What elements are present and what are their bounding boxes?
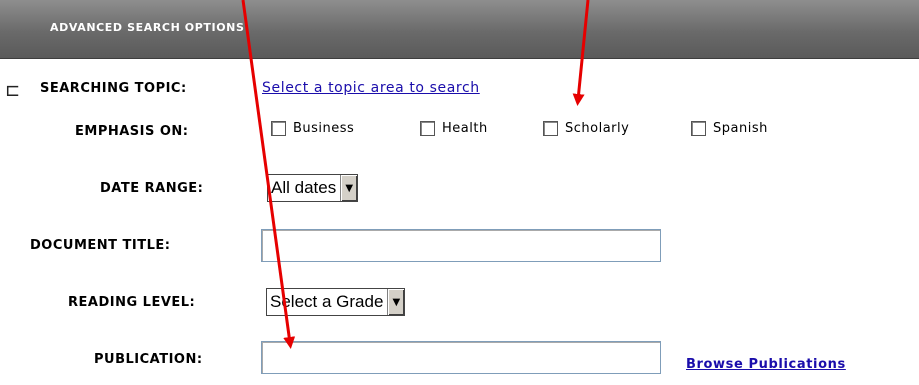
- annotation-arrows: [241, 0, 590, 349]
- annotation-arrow-to-scholarly: [572, 0, 590, 106]
- annotation-arrow-to-publication: [241, 0, 296, 349]
